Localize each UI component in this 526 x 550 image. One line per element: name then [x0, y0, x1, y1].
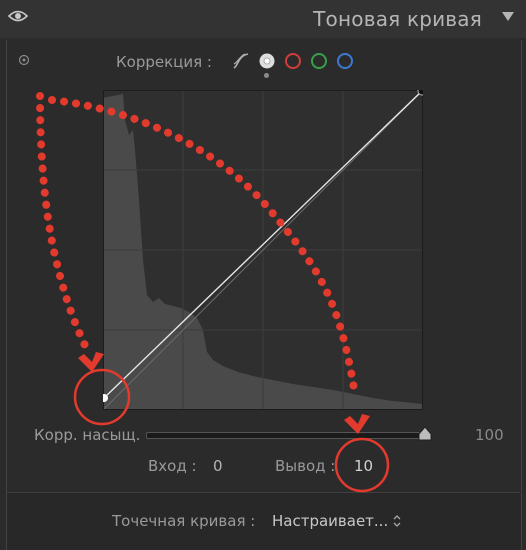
saturation-slider[interactable] [146, 432, 429, 439]
panel-title: Тоновая кривая [313, 7, 482, 31]
parametric-curve-icon[interactable] [232, 52, 250, 70]
select-arrows-icon[interactable] [392, 514, 402, 528]
saturation-value: 100 [475, 426, 504, 444]
input-label: Вход : [148, 457, 197, 475]
red-circle-icon[interactable] [284, 52, 302, 70]
green-circle-icon[interactable] [310, 52, 328, 70]
point-curve-label: Точечная кривая : [112, 512, 256, 530]
footer-bar [6, 493, 522, 550]
tone-curve-graph[interactable] [103, 90, 423, 410]
correction-label: Коррекция : [116, 53, 212, 71]
white-dot-icon[interactable] [258, 52, 276, 70]
saturation-label: Корр. насыщ. [34, 426, 141, 444]
target-adjust-icon[interactable] [18, 54, 30, 66]
output-value: 10 [354, 457, 374, 475]
output-label: Вывод : [275, 457, 336, 475]
triangle-down-icon[interactable] [502, 12, 514, 22]
point-curve-select[interactable]: Настраивает... [272, 512, 388, 530]
input-value: 0 [213, 457, 223, 475]
selected-channel-indicator [264, 73, 269, 78]
blue-circle-icon[interactable] [336, 52, 354, 70]
panel-header[interactable]: Тоновая кривая [0, 0, 526, 38]
eye-icon[interactable] [8, 9, 28, 23]
slider-thumb[interactable] [416, 426, 434, 442]
